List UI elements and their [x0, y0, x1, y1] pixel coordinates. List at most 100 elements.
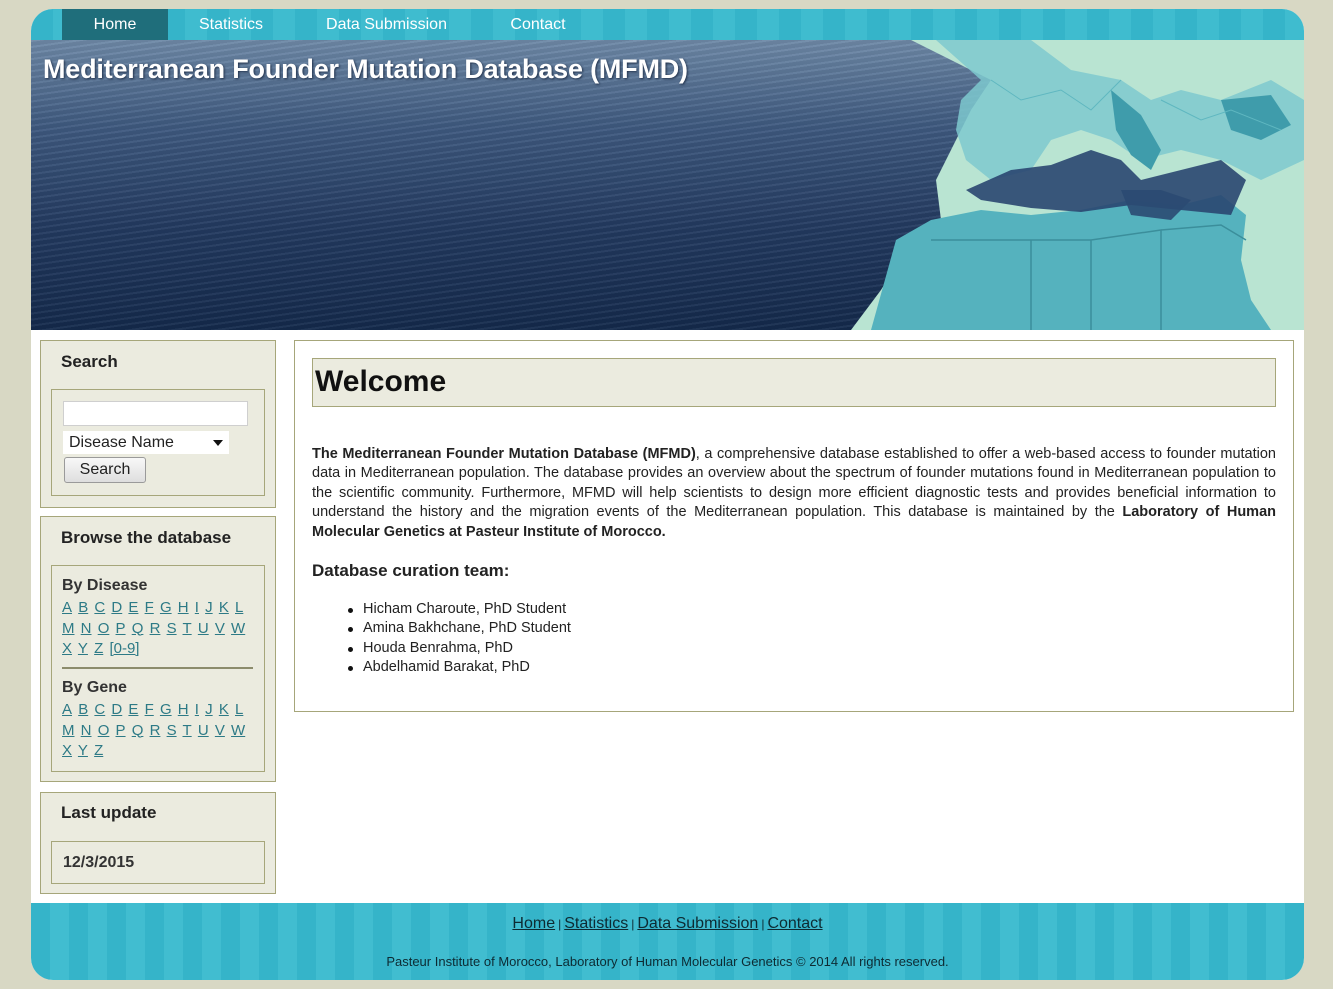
gene-letter-link[interactable]: F: [145, 701, 154, 718]
disease-letter-index: A B C D E F G H I J K L M N O P Q R S T …: [62, 598, 258, 660]
disease-letter-link[interactable]: P: [116, 620, 126, 637]
divider: [62, 667, 253, 669]
disease-letter-link[interactable]: L: [235, 599, 243, 616]
disease-letter-link[interactable]: Z: [94, 640, 103, 657]
nav-statistics[interactable]: Statistics: [179, 9, 283, 40]
gene-letter-link[interactable]: C: [94, 701, 105, 718]
gene-letter-link[interactable]: I: [195, 701, 199, 718]
copyright-text: Pasteur Institute of Morocco, Laboratory…: [386, 954, 949, 969]
disease-letter-link[interactable]: C: [94, 599, 105, 616]
disease-letter-link[interactable]: B: [78, 599, 88, 616]
gene-letter-link[interactable]: E: [128, 701, 138, 718]
header-banner: Mediterranean Founder Mutation Database …: [31, 40, 1304, 330]
footer: Home | Statistics | Data Submission | Contact …: [31, 903, 1304, 980]
browse-lists: By Disease A B C D E F G H I J K L M N O…: [51, 565, 265, 772]
browse-panel: Browse the database By Disease A B C D E…: [40, 516, 276, 782]
list-item: Abdelhamid Barakat, PhD: [346, 658, 571, 677]
nav-contact[interactable]: Contact: [499, 9, 577, 40]
gene-letter-link[interactable]: M: [62, 722, 75, 739]
search-type-select[interactable]: Disease Name: [63, 431, 229, 454]
disease-letter-link[interactable]: I: [195, 599, 199, 616]
search-form: Disease Name Search: [51, 389, 265, 496]
gene-letter-link[interactable]: J: [205, 701, 213, 718]
gene-letter-link[interactable]: K: [219, 701, 229, 718]
gene-letter-link[interactable]: Z: [94, 742, 103, 759]
disease-letter-link[interactable]: K: [219, 599, 229, 616]
disease-letter-link[interactable]: T: [183, 620, 192, 637]
list-item: Houda Benrahma, PhD: [346, 639, 571, 658]
intro-bold-start: The Mediterranean Founder Mutation Datab…: [312, 446, 696, 462]
footer-separator: |: [631, 917, 635, 931]
gene-letter-link[interactable]: U: [198, 722, 209, 739]
search-input[interactable]: [63, 401, 248, 426]
gene-letter-link[interactable]: Q: [132, 722, 144, 739]
last-update-heading: Last update: [61, 803, 157, 822]
search-button[interactable]: Search: [64, 457, 146, 483]
disease-letter-link[interactable]: O: [98, 620, 110, 637]
gene-letter-link[interactable]: S: [167, 722, 177, 739]
gene-letter-link[interactable]: V: [215, 722, 225, 739]
site-title: Mediterranean Founder Mutation Database …: [43, 54, 688, 84]
by-gene-heading: By Gene: [62, 679, 127, 696]
page-title: Welcome: [315, 365, 447, 398]
gene-letter-link[interactable]: R: [150, 722, 161, 739]
disease-letter-link[interactable]: N: [81, 620, 92, 637]
gene-letter-link[interactable]: W: [231, 722, 245, 739]
disease-letter-link[interactable]: A: [62, 599, 72, 616]
gene-letter-link[interactable]: Y: [78, 742, 88, 759]
gene-letter-link[interactable]: N: [81, 722, 92, 739]
team-list: Hicham Charoute, PhD Student Amina Bakhc…: [346, 600, 571, 678]
disease-letter-link[interactable]: Q: [132, 620, 144, 637]
chevron-down-icon: [213, 440, 223, 446]
disease-letter-link[interactable]: [0-9]: [109, 640, 139, 657]
team-heading: Database curation team:: [312, 561, 510, 580]
gene-letter-link[interactable]: L: [235, 701, 243, 718]
gene-letter-link[interactable]: D: [111, 701, 122, 718]
gene-letter-link[interactable]: O: [98, 722, 110, 739]
disease-letter-link[interactable]: J: [205, 599, 213, 616]
disease-letter-link[interactable]: U: [198, 620, 209, 637]
last-update-box: 12/3/2015: [51, 841, 265, 884]
footer-separator: |: [761, 917, 765, 931]
disease-letter-link[interactable]: V: [215, 620, 225, 637]
gene-letter-link[interactable]: P: [116, 722, 126, 739]
search-type-value: Disease Name: [69, 434, 174, 451]
by-disease-heading: By Disease: [62, 577, 148, 594]
disease-letter-link[interactable]: W: [231, 620, 245, 637]
top-nav: Home Statistics Data Submission Contact: [31, 9, 1304, 40]
gene-letter-link[interactable]: H: [178, 701, 189, 718]
gene-letter-index: A B C D E F G H I J K L M N O P Q R S T …: [62, 700, 258, 762]
disease-letter-link[interactable]: M: [62, 620, 75, 637]
gene-letter-link[interactable]: X: [62, 742, 72, 759]
footer-link-statistics[interactable]: Statistics: [564, 915, 628, 932]
last-update-panel: Last update 12/3/2015: [40, 792, 276, 894]
disease-letter-link[interactable]: Y: [78, 640, 88, 657]
nav-home[interactable]: Home: [62, 9, 168, 40]
list-item: Amina Bakhchane, PhD Student: [346, 619, 571, 638]
disease-letter-link[interactable]: X: [62, 640, 72, 657]
footer-link-data-submission[interactable]: Data Submission: [637, 915, 758, 932]
gene-letter-link[interactable]: G: [160, 701, 172, 718]
footer-link-contact[interactable]: Contact: [767, 915, 822, 932]
disease-letter-link[interactable]: D: [111, 599, 122, 616]
disease-letter-link[interactable]: F: [145, 599, 154, 616]
footer-links: Home | Statistics | Data Submission | Contact: [31, 915, 1304, 933]
disease-letter-link[interactable]: E: [128, 599, 138, 616]
intro-paragraph: The Mediterranean Founder Mutation Datab…: [312, 445, 1276, 542]
welcome-box: Welcome: [312, 358, 1276, 407]
disease-letter-link[interactable]: H: [178, 599, 189, 616]
disease-letter-link[interactable]: R: [150, 620, 161, 637]
gene-letter-link[interactable]: B: [78, 701, 88, 718]
gene-letter-link[interactable]: A: [62, 701, 72, 718]
footer-link-home[interactable]: Home: [512, 915, 555, 932]
disease-letter-link[interactable]: S: [167, 620, 177, 637]
gene-letter-link[interactable]: T: [183, 722, 192, 739]
footer-separator: |: [558, 917, 562, 931]
last-update-date: 12/3/2015: [63, 854, 135, 871]
disease-letter-link[interactable]: G: [160, 599, 172, 616]
page-container: Home Statistics Data Submission Contact …: [31, 9, 1304, 980]
main-content: Welcome The Mediterranean Founder Mutati…: [294, 340, 1294, 712]
search-panel: Search Disease Name Search: [40, 340, 276, 508]
nav-data-submission[interactable]: Data Submission: [314, 9, 459, 40]
list-item: Hicham Charoute, PhD Student: [346, 600, 571, 619]
